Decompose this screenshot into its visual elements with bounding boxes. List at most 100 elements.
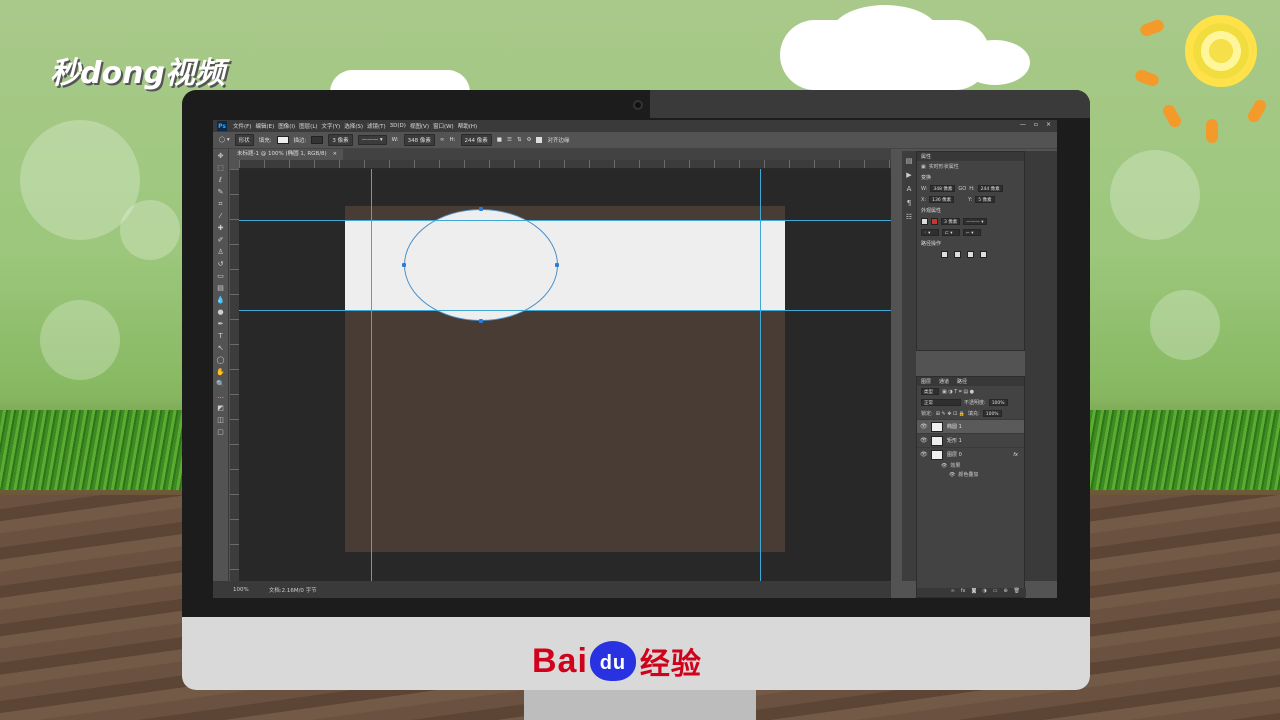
close-button[interactable]: × — [1046, 121, 1051, 128]
new-group-icon[interactable]: ▭ — [993, 588, 998, 597]
prop-align-select[interactable]: ◦ ▾ — [921, 229, 939, 236]
add-style-icon[interactable]: fx — [961, 588, 966, 597]
link-icon[interactable]: ∞ — [440, 137, 445, 143]
ellipse-tool-icon[interactable]: ◯ — [216, 355, 226, 365]
prop-stroke-swatch[interactable] — [931, 218, 938, 225]
character-icon[interactable]: A — [902, 185, 916, 193]
stroke-swatch[interactable] — [311, 136, 324, 144]
layer-filter-icons[interactable]: ▣ ◑ T ⌗ ▤ ● — [942, 389, 974, 395]
prop-stroke-type-select[interactable]: ——— ▾ — [963, 218, 987, 225]
menu-type[interactable]: 文字(Y) — [322, 122, 341, 130]
marquee-tool-icon[interactable]: ⬚ — [216, 163, 226, 173]
properties-title[interactable]: 属性 — [921, 153, 931, 160]
prop-width-field[interactable]: 348 像素 — [930, 185, 956, 192]
layer-row[interactable]: 👁 矩形 1 — [917, 433, 1024, 447]
gear-icon[interactable]: ⚙ — [527, 137, 532, 143]
path-operations-icon[interactable]: ■ — [497, 137, 502, 143]
paragraph-icon[interactable]: ¶ — [902, 199, 916, 207]
layer-filter-select[interactable]: 类型 — [921, 388, 939, 395]
anchor-point-right[interactable] — [555, 263, 559, 267]
stroke-width-field[interactable]: 3 像素 — [328, 134, 353, 146]
width-field[interactable]: 348 像素 — [403, 134, 435, 146]
prop-height-field[interactable]: 244 像素 — [977, 185, 1003, 192]
link-layers-icon[interactable]: ∞ — [951, 588, 955, 597]
menu-view[interactable]: 视图(V) — [410, 122, 429, 130]
transform-section-label[interactable]: 变换 — [917, 172, 1024, 183]
horizontal-ruler[interactable] — [239, 160, 891, 169]
dodge-tool-icon[interactable]: ● — [216, 307, 226, 317]
prop-x-field[interactable]: 136 像素 — [929, 196, 955, 203]
opacity-field[interactable]: 100% — [988, 399, 1008, 406]
tab-close-icon[interactable]: × — [332, 151, 337, 157]
hand-tool-icon[interactable]: ✋ — [216, 367, 226, 377]
properties-icon[interactable]: ☷ — [902, 213, 916, 221]
zoom-tool-icon[interactable]: 🔍 — [216, 379, 226, 389]
effects-row[interactable]: 👁 效果 — [917, 461, 1024, 470]
menu-filter[interactable]: 滤镜(T) — [367, 122, 386, 130]
adjustment-layer-icon[interactable]: ◑ — [982, 588, 986, 597]
tab-paths[interactable]: 路径 — [957, 378, 967, 385]
intersect-shape-icon[interactable] — [967, 251, 974, 258]
path-select-tool-icon[interactable]: ↖ — [216, 343, 226, 353]
prop-link-icon[interactable]: GO — [958, 186, 966, 192]
play-icon[interactable]: ▶ — [902, 171, 916, 179]
ellipse-tool-preset-icon[interactable]: ◯ ▾ — [219, 137, 230, 143]
layer-fill-field[interactable]: 100% — [982, 410, 1002, 417]
path-ops-section-label[interactable]: 路径操作 — [917, 238, 1024, 249]
effect-item-row[interactable]: 👁 颜色叠加 — [917, 470, 1024, 479]
align-edges-checkbox[interactable] — [536, 137, 543, 143]
canvas-area[interactable] — [239, 169, 891, 581]
guide-line-vertical[interactable] — [371, 169, 372, 581]
document-tab[interactable]: 未标题-1 @ 100% (椭圆 1, RGB/8) × — [231, 149, 344, 160]
subtract-shape-icon[interactable] — [954, 251, 961, 258]
menu-file[interactable]: 文件(F) — [233, 122, 251, 130]
menu-window[interactable]: 窗口(W) — [433, 122, 454, 130]
gradient-tool-icon[interactable]: ▤ — [216, 283, 226, 293]
blur-tool-icon[interactable]: 💧 — [216, 295, 226, 305]
eye-icon[interactable]: 👁 — [920, 437, 928, 444]
pen-tool-icon[interactable]: ✒ — [216, 319, 226, 329]
anchor-point-bottom[interactable] — [479, 319, 483, 323]
menu-3d[interactable]: 3D(D) — [390, 123, 406, 129]
menu-image[interactable]: 图像(I) — [278, 122, 295, 130]
prop-stroke-width-field[interactable]: 3 像素 — [941, 218, 961, 225]
fx-icon[interactable]: fx — [1013, 452, 1018, 458]
quick-select-tool-icon[interactable]: ✎ — [216, 187, 226, 197]
crop-tool-icon[interactable]: ⌗ — [216, 199, 226, 209]
menu-layer[interactable]: 图层(L) — [299, 122, 317, 130]
path-arrangement-icon[interactable]: ⇅ — [517, 137, 522, 143]
add-mask-icon[interactable]: ◙ — [971, 588, 976, 597]
blend-mode-select[interactable]: 正常 — [921, 399, 961, 406]
prop-cap-select[interactable]: ⊏ ▾ — [942, 229, 960, 236]
menu-edit[interactable]: 编辑(E) — [255, 122, 274, 130]
exclude-shape-icon[interactable] — [980, 251, 987, 258]
anchor-point-top[interactable] — [479, 207, 483, 211]
fill-swatch[interactable] — [276, 136, 289, 144]
zoom-level[interactable]: 100% — [233, 587, 249, 593]
guide-line-horizontal[interactable] — [239, 220, 891, 221]
layer-name[interactable]: 椭圆 1 — [947, 423, 962, 430]
eye-icon[interactable]: 👁 — [941, 463, 947, 469]
vertical-ruler[interactable] — [230, 169, 239, 581]
shape-mode-select[interactable]: 形状 — [234, 134, 254, 146]
layer-row[interactable]: 👁 椭圆 1 — [917, 419, 1024, 433]
eraser-tool-icon[interactable]: ▭ — [216, 271, 226, 281]
lasso-tool-icon[interactable]: ℓ — [216, 175, 226, 185]
anchor-point-left[interactable] — [402, 263, 406, 267]
tab-layers[interactable]: 图层 — [921, 378, 931, 385]
height-field[interactable]: 244 像素 — [460, 134, 492, 146]
ellipse-shape[interactable] — [404, 209, 558, 321]
eye-icon[interactable]: 👁 — [949, 472, 955, 478]
healing-tool-icon[interactable]: ✚ — [216, 223, 226, 233]
menu-help[interactable]: 帮助(H) — [458, 122, 477, 130]
maximize-button[interactable]: ▫ — [1034, 121, 1038, 128]
layer-row[interactable]: 👁 图层 0 fx — [917, 447, 1024, 461]
document-info[interactable]: 文档:2.16M/0 字节 — [269, 586, 317, 594]
stroke-type-select[interactable]: ——— ▾ — [357, 135, 387, 145]
new-layer-icon[interactable]: ⊕ — [1003, 588, 1007, 597]
brush-tool-icon[interactable]: ✐ — [216, 235, 226, 245]
history-icon[interactable]: ▤ — [902, 157, 916, 165]
layer-name[interactable]: 矩形 1 — [947, 437, 962, 444]
history-brush-tool-icon[interactable]: ↺ — [216, 259, 226, 269]
type-tool-icon[interactable]: T — [216, 331, 226, 341]
